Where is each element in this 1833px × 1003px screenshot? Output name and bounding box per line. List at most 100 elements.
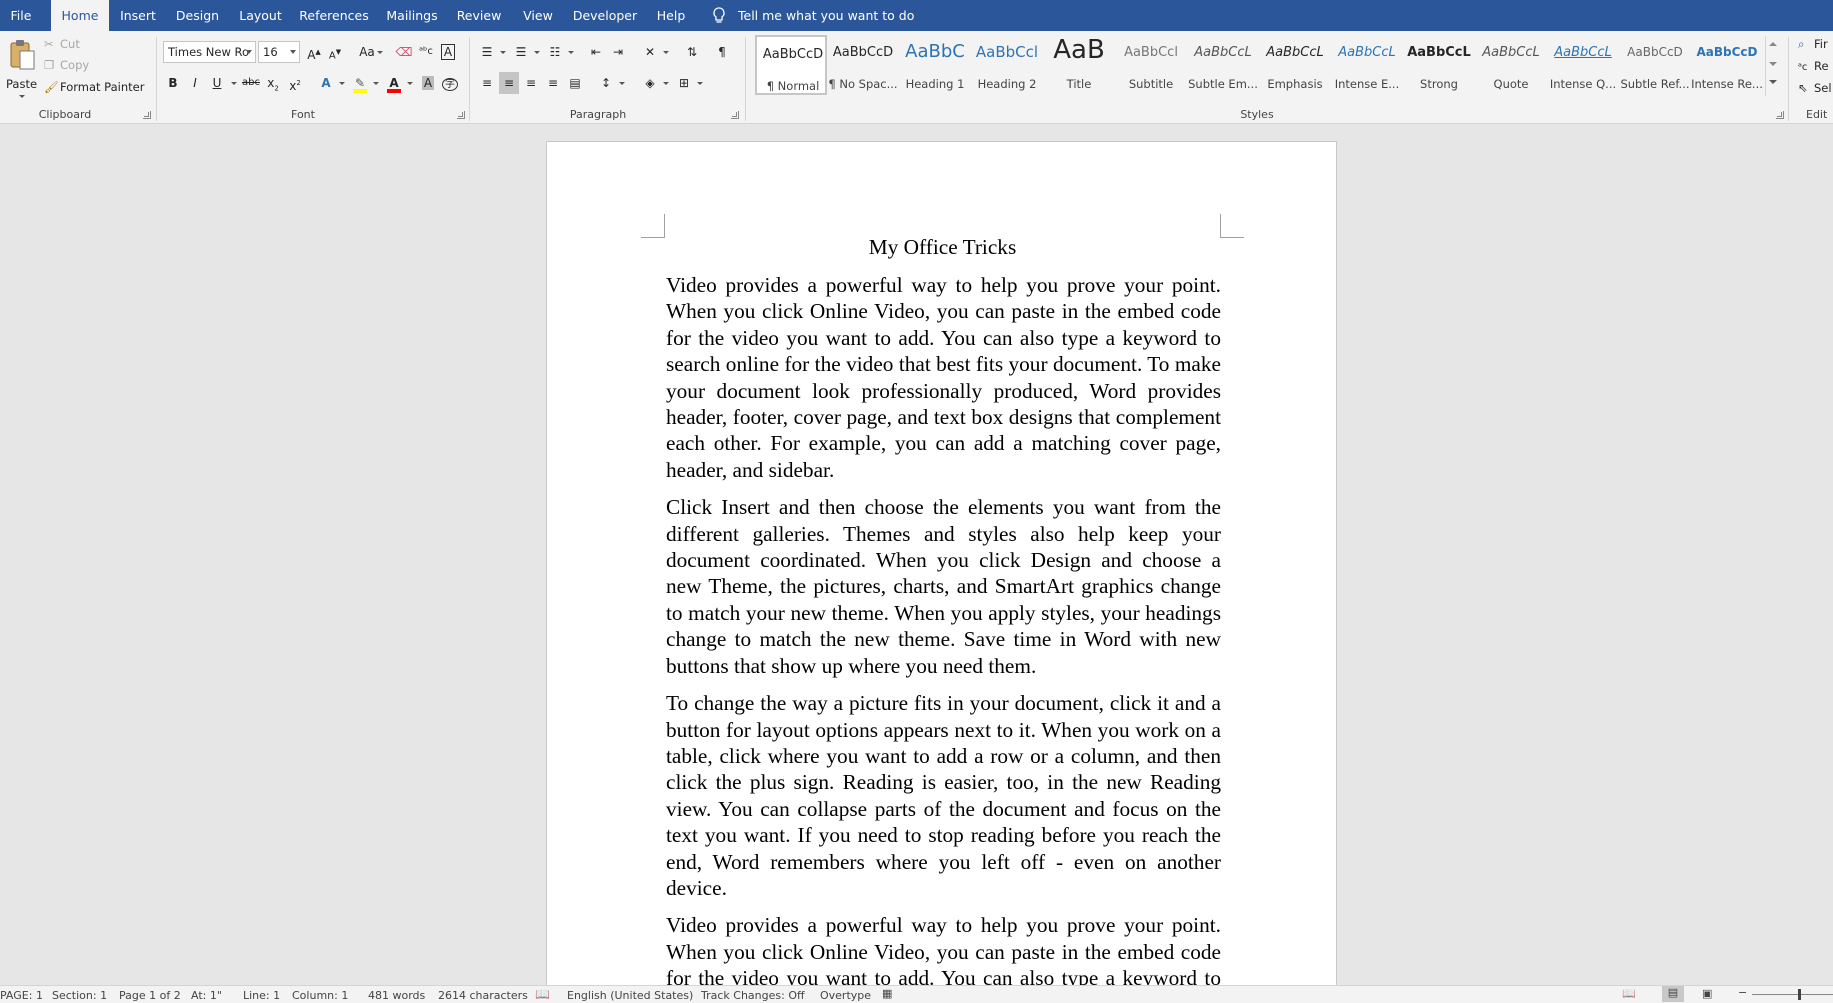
chevron-down-icon[interactable] (663, 51, 669, 54)
tab-developer[interactable]: Developer (569, 0, 641, 31)
style-strong[interactable]: AaBbCcL Strong (1403, 35, 1475, 95)
character-border-button[interactable]: A (438, 41, 458, 63)
underline-button[interactable]: U (207, 72, 227, 94)
chevron-down-icon[interactable] (619, 82, 625, 85)
clipboard-dialog-launcher[interactable] (143, 111, 151, 119)
font-size-combo[interactable]: 16 (258, 41, 300, 63)
style-normal[interactable]: AaBbCcD ¶ Normal (755, 35, 827, 95)
align-center-button[interactable]: ≡ (499, 72, 519, 94)
font-color-button[interactable]: A (384, 72, 404, 94)
tab-file[interactable]: File (0, 0, 42, 31)
tab-view[interactable]: View (515, 0, 561, 31)
character-shading-button[interactable]: A (418, 72, 438, 94)
macro-recording-icon[interactable]: ▦ (882, 987, 892, 1000)
status-line[interactable]: Line: 1 (243, 989, 280, 1002)
select-button[interactable]: ⇖ Sel (1798, 81, 1832, 95)
style-intense-quote[interactable]: AaBbCcL Intense Q... (1547, 35, 1619, 95)
asian-layout-button[interactable]: ✕ (640, 41, 660, 63)
copy-button[interactable]: ❐ Copy (44, 58, 89, 72)
chevron-down-icon[interactable] (407, 82, 413, 85)
scroll-down-icon[interactable] (1769, 62, 1777, 66)
bold-button[interactable]: B (163, 72, 183, 94)
web-layout-icon[interactable]: ▣ (1702, 987, 1712, 1000)
line-spacing-button[interactable]: ↕ (596, 72, 616, 94)
status-character-count[interactable]: 2614 characters (438, 989, 528, 1002)
tab-review[interactable]: Review (451, 0, 507, 31)
style-quote[interactable]: AaBbCcL Quote (1475, 35, 1547, 95)
enclose-characters-button[interactable]: 字 (440, 72, 460, 94)
tab-home[interactable]: Home (51, 0, 109, 31)
tab-design[interactable]: Design (170, 0, 225, 31)
status-page-of[interactable]: Page 1 of 2 (119, 989, 181, 1002)
increase-indent-button[interactable]: ⇥ (608, 41, 628, 63)
status-overtype[interactable]: Overtype (820, 989, 871, 1002)
style-no-spacing[interactable]: AaBbCcD ¶ No Spac... (827, 35, 899, 95)
document-page[interactable]: My Office Tricks Video provides a powerf… (546, 141, 1337, 1003)
status-word-count[interactable]: 481 words (368, 989, 425, 1002)
zoom-slider-thumb[interactable] (1798, 989, 1801, 1000)
paragraph-dialog-launcher[interactable] (731, 111, 739, 119)
shrink-font-button[interactable]: A▼ (325, 41, 345, 63)
clear-formatting-button[interactable]: ⌫ (394, 41, 414, 63)
format-painter-button[interactable]: 🖌Format Painter (44, 80, 144, 94)
more-styles-icon[interactable] (1769, 80, 1777, 84)
proofing-icon[interactable]: 📖 (535, 987, 550, 1001)
distributed-button[interactable]: ▤ (565, 72, 585, 94)
chevron-down-icon[interactable] (663, 82, 669, 85)
style-intense-emphasis[interactable]: AaBbCcL Intense E... (1331, 35, 1403, 95)
font-dialog-launcher[interactable] (457, 111, 465, 119)
phonetic-guide-button[interactable]: ᵃᵇc (416, 41, 436, 63)
tab-references[interactable]: References (296, 0, 372, 31)
style-emphasis[interactable]: AaBbCcL Emphasis (1259, 35, 1331, 95)
status-column[interactable]: Column: 1 (292, 989, 348, 1002)
align-left-button[interactable]: ≡ (477, 72, 497, 94)
status-at[interactable]: At: 1" (191, 989, 222, 1002)
chevron-down-icon[interactable] (500, 51, 506, 54)
paste-button[interactable]: Paste (4, 35, 38, 103)
read-mode-icon[interactable]: 📖 (1622, 987, 1636, 1000)
style-intense-reference[interactable]: AaBbCcD Intense Re... (1691, 35, 1763, 95)
status-track-changes[interactable]: Track Changes: Off (701, 989, 805, 1002)
align-right-button[interactable]: ≡ (521, 72, 541, 94)
chevron-down-icon[interactable] (534, 51, 540, 54)
chevron-down-icon[interactable] (568, 51, 574, 54)
sort-button[interactable]: ⇅ (682, 41, 702, 63)
status-page[interactable]: PAGE: 1 (0, 989, 43, 1002)
shading-button[interactable]: ◈ (640, 72, 660, 94)
style-subtle-reference[interactable]: AaBbCcD Subtle Ref... (1619, 35, 1691, 95)
scroll-up-icon[interactable] (1769, 42, 1777, 46)
status-language[interactable]: English (United States) (567, 989, 693, 1002)
status-section[interactable]: Section: 1 (52, 989, 107, 1002)
justify-button[interactable]: ≡ (543, 72, 563, 94)
highlight-color-button[interactable]: ✎ (350, 72, 370, 94)
tab-help[interactable]: Help (649, 0, 693, 31)
style-subtle-emphasis[interactable]: AaBbCcL Subtle Em... (1187, 35, 1259, 95)
tab-layout[interactable]: Layout (233, 0, 288, 31)
style-subtitle[interactable]: AaBbCcl Subtitle (1115, 35, 1187, 95)
styles-dialog-launcher[interactable] (1776, 111, 1784, 119)
tab-mailings[interactable]: Mailings (381, 0, 443, 31)
superscript-button[interactable]: x2 (285, 72, 305, 94)
chevron-down-icon[interactable] (697, 82, 703, 85)
zoom-slider[interactable] (1752, 994, 1833, 995)
find-button[interactable]: ⌕ Fir (1798, 37, 1828, 52)
font-name-combo[interactable]: Times New Ro (163, 41, 256, 63)
tab-insert[interactable]: Insert (113, 0, 163, 31)
text-effects-button[interactable]: A (316, 72, 336, 94)
strikethrough-button[interactable]: abc (241, 72, 261, 94)
style-title[interactable]: AaB Title (1043, 35, 1115, 95)
style-heading-1[interactable]: AaBbC Heading 1 (899, 35, 971, 95)
italic-button[interactable]: I (185, 72, 205, 94)
chevron-down-icon[interactable] (339, 82, 345, 85)
chevron-down-icon[interactable] (231, 82, 237, 85)
chevron-down-icon[interactable] (373, 82, 379, 85)
print-layout-icon[interactable]: ▤ (1662, 986, 1684, 1002)
subscript-button[interactable]: x2 (263, 72, 283, 94)
show-formatting-marks-button[interactable]: ¶ (712, 41, 732, 63)
replace-button[interactable]: ᵃc Re (1798, 59, 1829, 73)
styles-gallery-scroll[interactable] (1765, 36, 1779, 96)
cut-button[interactable]: ✂ Cut (44, 37, 80, 51)
style-heading-2[interactable]: AaBbCcl Heading 2 (971, 35, 1043, 95)
numbering-button[interactable]: ☰ (511, 41, 531, 63)
bullets-button[interactable]: ☰ (477, 41, 497, 63)
